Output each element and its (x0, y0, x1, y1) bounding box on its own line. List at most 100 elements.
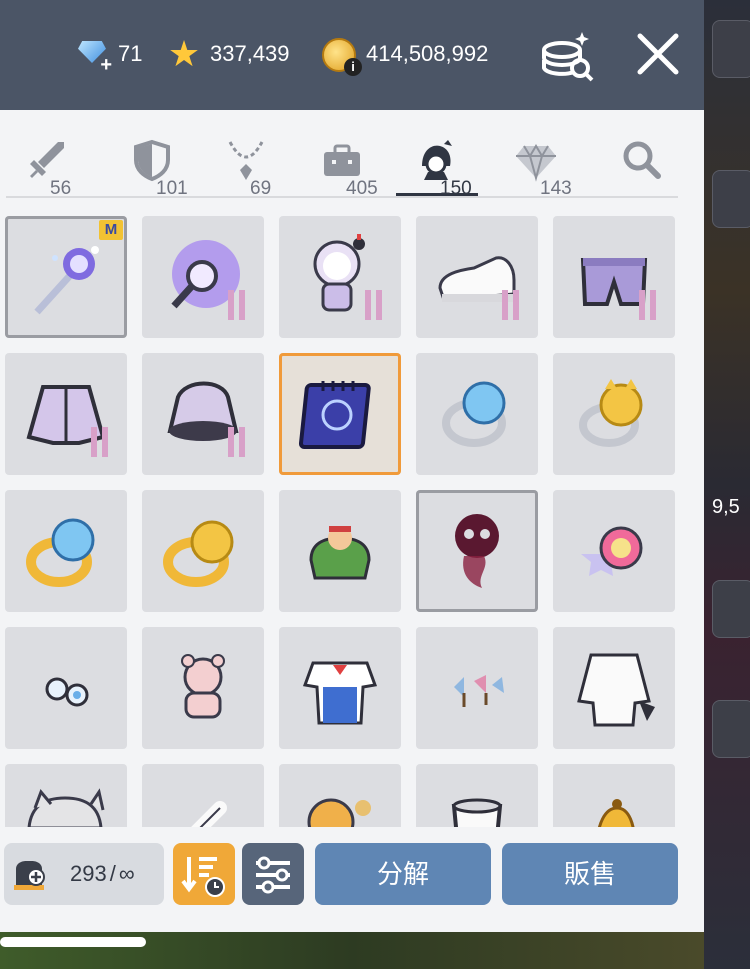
coin-count: 414,508,992 (366, 41, 489, 66)
item-slot-magic-wand[interactable]: M (5, 216, 127, 338)
bound-mark-icon (365, 290, 385, 320)
close-button[interactable] (632, 28, 684, 80)
briefcase-icon (324, 144, 360, 176)
close-icon (637, 33, 679, 75)
disassemble-button[interactable]: 分解 (315, 843, 491, 905)
item-slot-white-cup[interactable] (416, 764, 538, 827)
tab-count: 143 (540, 178, 572, 199)
tab-count: 56 (50, 178, 72, 199)
slider-filter-icon (256, 856, 290, 894)
item-slot-gold-cat-ring-2[interactable] (142, 490, 264, 612)
tiger-cat-icon (307, 798, 371, 827)
item-slot-green-frog-pouch[interactable] (279, 490, 401, 612)
diamond-count: 71 (118, 41, 143, 66)
coin-currency[interactable]: i 414,508,992 (322, 34, 489, 76)
category-tabs: 56 101 69 405 150 143 (6, 118, 678, 199)
gold-slime-ring-icon (26, 518, 95, 587)
sort-button[interactable] (173, 843, 235, 905)
inventory-capacity[interactable]: 293/∞ (4, 843, 164, 905)
sell-button[interactable]: 販售 (502, 843, 678, 905)
sword-icon (30, 142, 64, 178)
item-slot-purple-bucket-hat[interactable] (142, 353, 264, 475)
gold-bell-icon (598, 799, 635, 827)
item-slot-white-coat[interactable] (553, 627, 675, 749)
coin-stack-search-icon (542, 32, 594, 82)
sort-time-icon (181, 857, 225, 897)
dark-skull-shadow-icon (455, 514, 499, 588)
item-slot-tiger-cat-toy[interactable] (279, 764, 401, 827)
blue-spellbook-icon (298, 381, 371, 449)
tab-count: 69 (250, 178, 272, 199)
bag-expand-icon (14, 861, 45, 890)
item-slot-gold-slime-ring[interactable] (5, 490, 127, 612)
filter-button[interactable] (242, 843, 304, 905)
blue-earrings-icon (45, 677, 89, 707)
blue-slime-ring-icon (442, 381, 506, 447)
item-slot-grey-cat[interactable] (5, 764, 127, 827)
item-slot-white-bone[interactable] (142, 764, 264, 827)
white-bone-icon (191, 801, 227, 827)
tab-costumes[interactable]: 150 (396, 132, 478, 199)
coin-exchange-button[interactable] (538, 28, 596, 82)
item-slot-astronaut-costume[interactable] (279, 216, 401, 338)
pinwheel-icon (454, 675, 504, 707)
item-slot-pinwheel-ornament[interactable] (416, 627, 538, 749)
item-slot-blue-earrings[interactable] (5, 627, 127, 749)
item-slot-blue-slime-ring[interactable] (416, 353, 538, 475)
tab-weapons[interactable]: 56 (6, 132, 88, 199)
star-icon: ★ (167, 33, 201, 74)
tab-count: 405 (346, 178, 378, 199)
bound-mark-icon (639, 290, 659, 320)
item-slot-purple-magnifier[interactable] (142, 216, 264, 338)
tab-accessories[interactable]: 69 (206, 132, 288, 199)
tab-count: 150 (440, 178, 472, 199)
item-slot-dark-skull-shadow[interactable] (416, 490, 538, 612)
gold-cat-ring-icon (163, 520, 234, 587)
game-background (704, 0, 750, 969)
item-slot-rainbow-orb-trinket[interactable] (553, 490, 675, 612)
capacity-separator: / (109, 861, 116, 886)
star-count: 337,439 (210, 41, 290, 66)
capacity-max: ∞ (118, 861, 135, 886)
bg-menu-slot (712, 20, 750, 78)
bg-skill-slot (712, 700, 750, 758)
item-slot-sailor-outfit[interactable] (279, 627, 401, 749)
diamond-currency[interactable]: 71 (76, 34, 143, 77)
gold-cat-ring-icon (579, 379, 643, 447)
item-slot-purple-shorts[interactable] (553, 216, 675, 338)
item-slot-white-sneaker[interactable] (416, 216, 538, 338)
tab-armor[interactable]: 101 (112, 132, 194, 199)
diamond-icon (516, 144, 556, 182)
action-bar: 293/∞ 分解 販售 (0, 827, 704, 932)
diamond-add-icon (76, 37, 112, 77)
capacity-text: 293/∞ (70, 861, 135, 887)
rainbow-orb-trinket-icon (581, 526, 643, 576)
white-cup-icon (451, 798, 503, 827)
grey-cat-icon (27, 788, 105, 827)
currency-bar: 71 ★ 337,439 i 414,508,992 (0, 0, 704, 110)
item-slot-pink-teddy-bear[interactable] (142, 627, 264, 749)
item-slot-gold-bell[interactable] (553, 764, 675, 827)
character-head-icon (422, 140, 452, 180)
white-coat-icon (577, 653, 655, 727)
equipped-badge: M (99, 220, 123, 240)
home-indicator[interactable] (0, 937, 146, 947)
item-slot-purple-jacket[interactable] (5, 353, 127, 475)
shield-icon (134, 139, 170, 182)
tab-count: 101 (156, 178, 188, 199)
tab-search[interactable] (602, 132, 684, 194)
search-icon (623, 141, 661, 179)
bound-mark-icon (228, 290, 248, 320)
pink-teddy-bear-icon (181, 654, 225, 719)
capacity-used: 293 (70, 861, 107, 886)
bound-mark-icon (502, 290, 522, 320)
magic-wand-icon (34, 246, 99, 315)
star-currency: ★ 337,439 (166, 34, 290, 74)
inventory-panel: 71 ★ 337,439 i 414,508,992 (0, 0, 704, 932)
tab-items[interactable]: 405 (302, 132, 384, 199)
item-slot-gold-cat-ring[interactable] (553, 353, 675, 475)
item-slot-blue-spellbook[interactable] (279, 353, 401, 475)
coin-info-icon: i (322, 36, 362, 76)
sailor-outfit-icon (302, 661, 378, 725)
tab-gems[interactable]: 143 (496, 132, 578, 199)
